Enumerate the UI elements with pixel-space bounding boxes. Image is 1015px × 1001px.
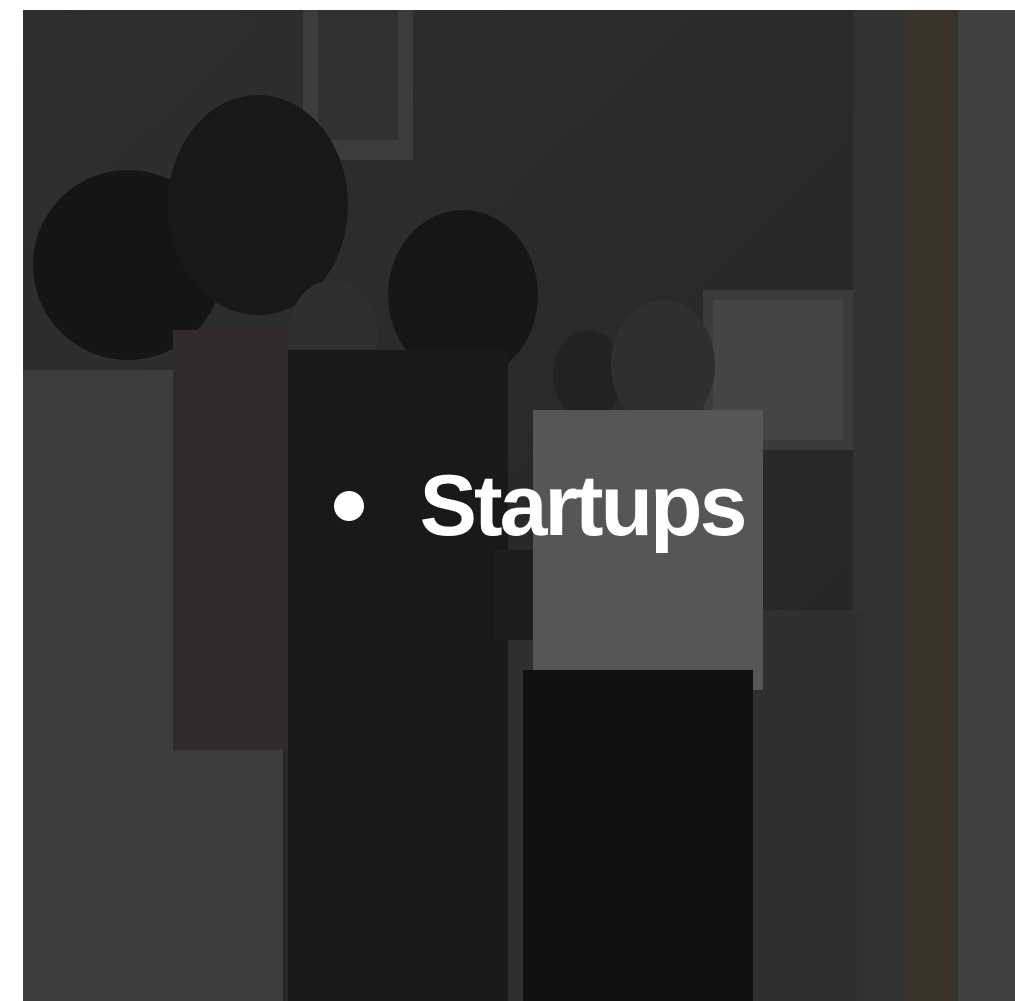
photo-card: Startups	[23, 10, 1015, 1001]
slide-page: Startups	[0, 0, 1015, 1001]
caption: Startups	[23, 10, 1015, 1001]
slide-title: Startups	[419, 457, 748, 554]
caption-row: Startups	[333, 457, 748, 554]
bullet-dot-icon	[333, 490, 364, 521]
